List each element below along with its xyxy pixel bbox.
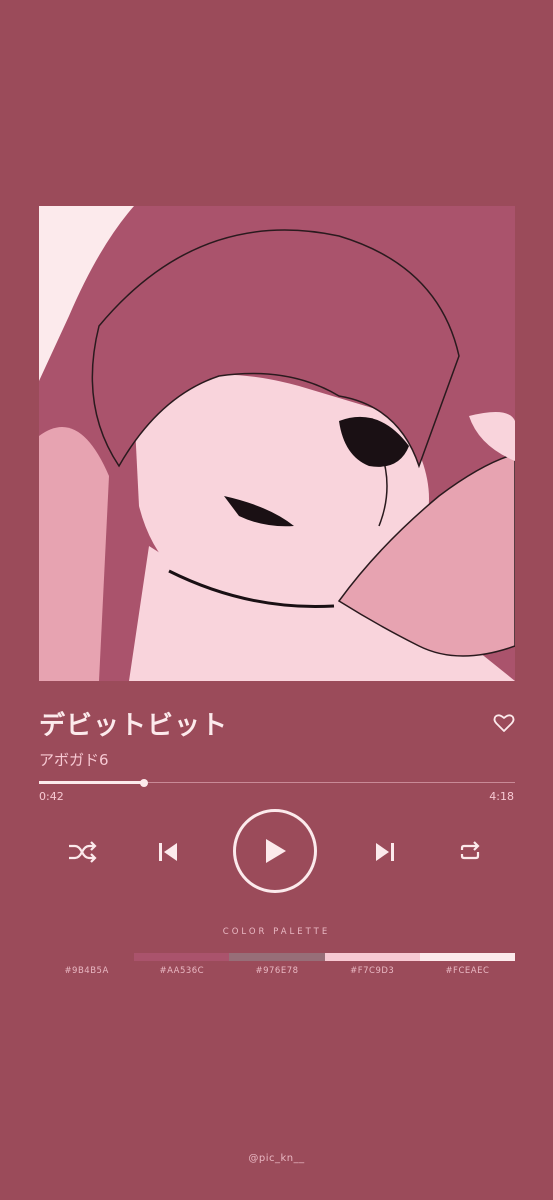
palette-title: COLOR PALETTE	[222, 927, 331, 937]
total-time: 4:18	[489, 790, 514, 803]
repeat-icon	[460, 841, 480, 860]
swatch-2	[134, 953, 230, 961]
progress-handle[interactable]	[139, 779, 148, 787]
progress-fill	[39, 781, 144, 784]
repeat-button[interactable]	[455, 838, 485, 866]
previous-button[interactable]	[154, 838, 182, 866]
heart-icon	[493, 714, 515, 732]
progress-bar[interactable]	[39, 779, 515, 787]
palette-code: #9B4B5A	[64, 966, 109, 976]
palette-code: #FCEAEC	[445, 966, 490, 976]
palette-code: #976E78	[255, 966, 299, 976]
palette-swatches	[39, 953, 516, 961]
swatch-5	[419, 953, 516, 961]
palette-code: #F7C9D3	[350, 966, 395, 976]
like-button[interactable]	[492, 711, 516, 735]
swatch-1	[39, 953, 135, 961]
swatch-4	[324, 953, 420, 961]
credit-handle: @pic_kn__	[248, 1153, 305, 1164]
album-artwork	[39, 206, 515, 681]
swatch-3	[229, 953, 325, 961]
skip-previous-icon	[159, 843, 177, 861]
next-button[interactable]	[371, 838, 399, 866]
skip-next-icon	[376, 843, 394, 861]
play-button[interactable]	[233, 809, 317, 893]
track-title: デビットビット	[39, 711, 229, 741]
elapsed-time: 0:42	[39, 790, 64, 803]
palette-codes: #9B4B5A #AA536C #976E78 #F7C9D3 #FCEAEC	[39, 966, 515, 976]
play-icon	[266, 839, 286, 863]
palette-code: #AA536C	[159, 966, 205, 976]
track-artist: アボガド6	[39, 751, 109, 769]
shuffle-icon	[69, 841, 97, 863]
shuffle-button[interactable]	[66, 838, 98, 866]
